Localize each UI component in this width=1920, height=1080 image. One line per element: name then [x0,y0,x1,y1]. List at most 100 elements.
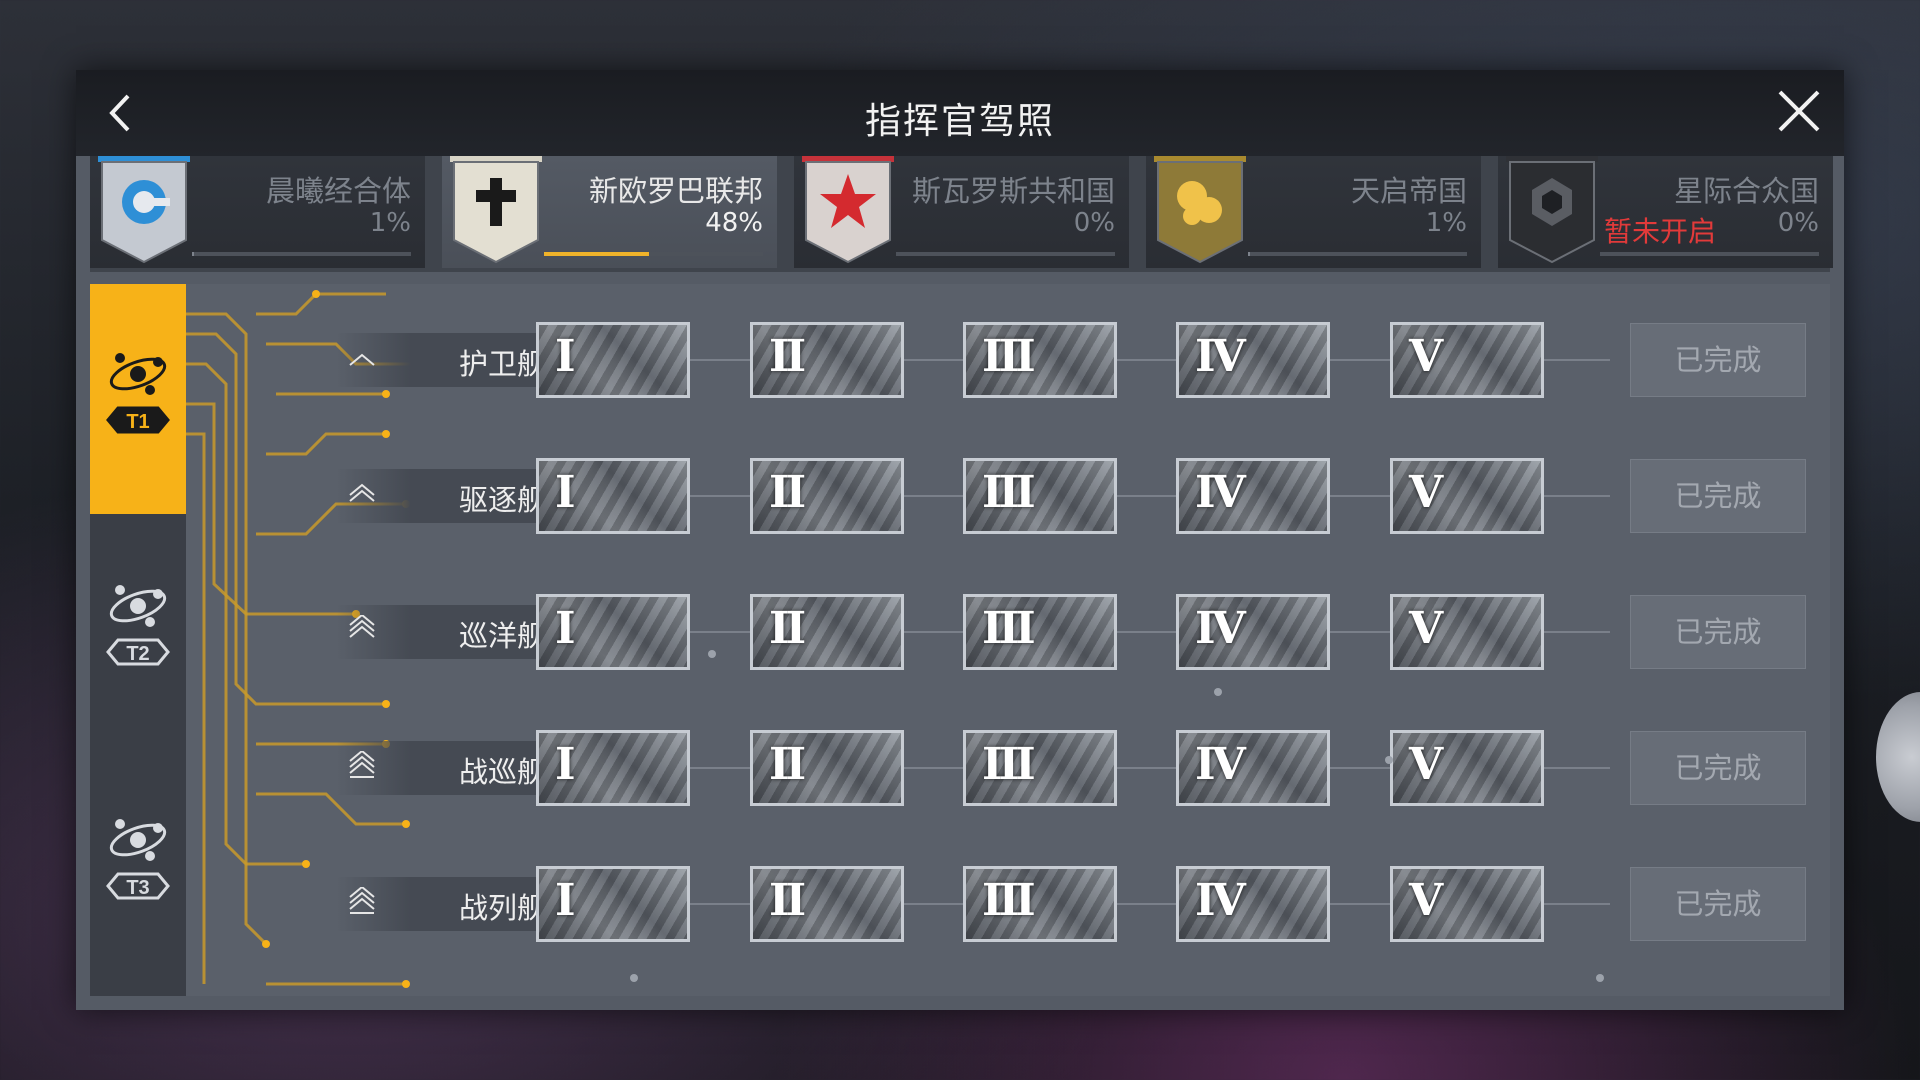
ship-level-card[interactable]: II [750,594,904,670]
tier-tab-t3[interactable]: T3 [90,750,186,980]
tier-label: T2 [126,643,149,665]
level-numeral: II [769,467,806,518]
faction-tab[interactable]: 晨曦经合体 1% [90,156,425,268]
ship-level-card[interactable]: I [536,866,690,942]
ship-level-card[interactable]: I [536,594,690,670]
tier-sidebar: T1 T2 T3 [90,284,186,996]
tier-label: T1 [126,411,149,433]
tier-tab-t1[interactable]: T1 [90,284,186,514]
level-numeral: I [555,875,575,926]
decorative-dot [708,650,716,658]
ship-level-card[interactable]: IV [1176,594,1330,670]
faction-percent: 0% [1777,208,1819,238]
faction-hexagon-icon [1506,156,1598,264]
faction-percent: 1% [369,208,411,238]
tier-tab-t2[interactable]: T2 [90,516,186,746]
ship-level-card[interactable]: III [963,594,1117,670]
ship-level-card[interactable]: IV [1176,322,1330,398]
header-bar: 指挥官驾照 [76,70,1844,156]
ship-level-card[interactable]: V [1390,458,1544,534]
ship-class-name: 护卫舰 [458,347,546,381]
ship-level-card[interactable]: I [536,730,690,806]
ship-level-card[interactable]: III [963,730,1117,806]
chevron-up-icon [349,353,375,366]
ship-level-card[interactable]: I [536,458,690,534]
level-numeral: V [1409,467,1443,518]
ship-class-name: 驱逐舰 [458,483,546,517]
decorative-dot [630,974,638,982]
ship-level-card[interactable]: II [750,730,904,806]
completed-button[interactable]: 已完成 [1630,867,1806,941]
decorative-dot [1596,974,1604,982]
chevron-up-icon [349,615,375,638]
faction-orbs-icon [1154,156,1246,264]
ship-level-card[interactable]: V [1390,866,1544,942]
level-numeral: III [982,875,1036,926]
level-numeral: III [982,331,1036,382]
level-numeral: I [555,739,575,790]
ship-level-card[interactable]: I [536,322,690,398]
level-numeral: IV [1195,331,1246,382]
license-panel: 指挥官驾照 晨曦经合体 1% 新欧罗巴联邦 48% 斯瓦罗斯共和国 0% 天启帝国 1% 星际合… [76,70,1844,1010]
level-numeral: I [555,467,575,518]
tier-molecule-icon: T3 [106,819,170,900]
level-numeral: V [1409,875,1443,926]
faction-progress-fill [1248,252,1251,256]
ship-level-card[interactable]: III [963,866,1117,942]
level-numeral: V [1409,739,1443,790]
page-title: 指挥官驾照 [864,101,1055,142]
ship-level-card[interactable]: V [1390,594,1544,670]
level-numeral: II [769,603,806,654]
faction-tab[interactable]: 斯瓦罗斯共和国 0% [794,156,1129,268]
tier-molecule-icon: T2 [106,585,170,666]
level-numeral: III [982,467,1036,518]
level-numeral: III [982,603,1036,654]
ship-level-card[interactable]: II [750,458,904,534]
ship-level-card[interactable]: V [1390,322,1544,398]
completed-button[interactable]: 已完成 [1630,323,1806,397]
faction-name: 晨曦经合体 [265,174,411,208]
faction-progress-bar [896,252,1115,256]
close-icon[interactable] [1772,84,1826,138]
ship-level-card[interactable]: III [963,322,1117,398]
completed-button[interactable]: 已完成 [1630,459,1806,533]
faction-locked-label: 暂未开启 [1604,215,1717,248]
level-numeral: IV [1195,467,1246,518]
faction-percent: 1% [1425,208,1467,238]
faction-tab[interactable]: 天启帝国 1% [1146,156,1481,268]
decorative-dot [1385,756,1393,764]
ship-level-card[interactable]: V [1390,730,1544,806]
faction-progress-fill [192,252,195,256]
floating-assist-button[interactable] [1876,692,1920,822]
faction-progress-bar [1248,252,1467,256]
faction-percent: 48% [705,208,763,238]
faction-name: 天启帝国 [1350,174,1467,208]
level-numeral: III [982,739,1036,790]
ship-level-card[interactable]: IV [1176,866,1330,942]
level-numeral: IV [1195,875,1246,926]
ship-level-card[interactable]: II [750,322,904,398]
faction-star-icon [802,156,894,264]
faction-tab[interactable]: 新欧罗巴联邦 48% [442,156,777,268]
level-numeral: II [769,875,806,926]
faction-progress-bar [544,252,763,256]
faction-ring-icon [98,156,190,264]
faction-progress-bar [192,252,411,256]
faction-cross-icon [450,156,542,264]
ship-level-card[interactable]: III [963,458,1117,534]
level-numeral: II [769,739,806,790]
faction-percent: 0% [1073,208,1115,238]
ship-level-card[interactable]: II [750,866,904,942]
faction-name: 星际合众国 [1673,174,1819,208]
completed-button[interactable]: 已完成 [1630,731,1806,805]
ship-level-card[interactable]: IV [1176,730,1330,806]
chevron-up-icon [349,887,375,914]
faction-progress-bar [1600,252,1819,256]
tier-label: T3 [126,877,149,899]
ship-class-name: 巡洋舰 [458,619,546,653]
faction-tab[interactable]: 星际合众国 0% 暂未开启 [1498,156,1833,268]
ship-level-card[interactable]: IV [1176,458,1330,534]
completed-button[interactable]: 已完成 [1630,595,1806,669]
faction-name: 斯瓦罗斯共和国 [911,174,1115,208]
level-numeral: II [769,331,806,382]
